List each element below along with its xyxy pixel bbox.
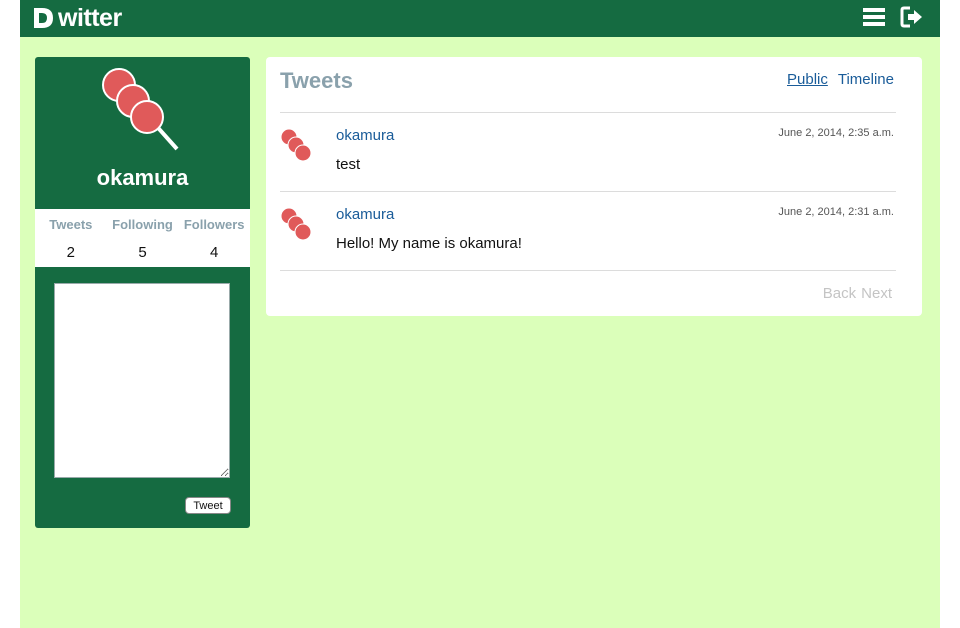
tweet-text: test	[336, 156, 361, 173]
stat-following[interactable]: Following 5	[107, 209, 179, 267]
dango-icon[interactable]	[280, 206, 320, 250]
pager-back-link[interactable]: Back	[823, 285, 856, 302]
tweets-panel: Tweets Public Timeline okamura June 2, 2…	[266, 57, 922, 316]
tab-timeline[interactable]: Timeline	[838, 71, 894, 88]
tweets-tabs: Public Timeline	[787, 71, 894, 88]
stat-followers[interactable]: Followers 4	[178, 209, 250, 267]
profile-stats: Tweets 2 Following 5 Followers 4	[35, 209, 250, 267]
tweet-username[interactable]: okamura	[336, 206, 394, 223]
stat-value: 5	[138, 244, 147, 261]
tweet-timestamp: June 2, 2014, 2:31 a.m.	[778, 206, 894, 218]
tweet-timestamp: June 2, 2014, 2:35 a.m.	[778, 127, 894, 139]
app: witter okamura Tweets 2 Following 5 Foll…	[20, 0, 940, 628]
profile-panel: okamura Tweets 2 Following 5 Followers 4…	[35, 57, 250, 528]
pager-next-link[interactable]: Next	[861, 285, 892, 302]
tweet-item: okamura June 2, 2014, 2:35 a.m. test	[280, 113, 894, 191]
top-icons	[862, 5, 924, 29]
stat-value: 4	[210, 244, 219, 261]
divider	[280, 270, 896, 271]
stat-label: Tweets	[49, 217, 93, 232]
tweet-text: Hello! My name is okamura!	[336, 235, 522, 252]
brand-mark-icon	[34, 8, 53, 28]
tweets-title: Tweets	[280, 68, 353, 93]
stat-label: Followers	[183, 217, 245, 232]
top-navbar: witter	[20, 0, 940, 37]
tweet-item: okamura June 2, 2014, 2:31 a.m. Hello! M…	[280, 192, 894, 270]
menu-icon[interactable]	[862, 5, 886, 29]
tweet-button[interactable]: Tweet	[185, 497, 231, 514]
stat-value: 2	[66, 244, 75, 261]
tab-public[interactable]: Public	[787, 71, 828, 88]
stat-label: Following	[112, 217, 173, 232]
stat-tweets[interactable]: Tweets 2	[35, 209, 107, 267]
profile-username[interactable]: okamura	[35, 165, 250, 191]
pager: Back Next	[823, 285, 892, 302]
dango-icon	[102, 68, 179, 151]
brand-text: witter	[58, 3, 122, 32]
sign-out-icon[interactable]	[900, 5, 924, 29]
dango-icon[interactable]	[280, 127, 320, 171]
tweet-username[interactable]: okamura	[336, 127, 394, 144]
tweet-textarea[interactable]	[54, 283, 230, 478]
brand-logo[interactable]: witter	[32, 3, 122, 33]
